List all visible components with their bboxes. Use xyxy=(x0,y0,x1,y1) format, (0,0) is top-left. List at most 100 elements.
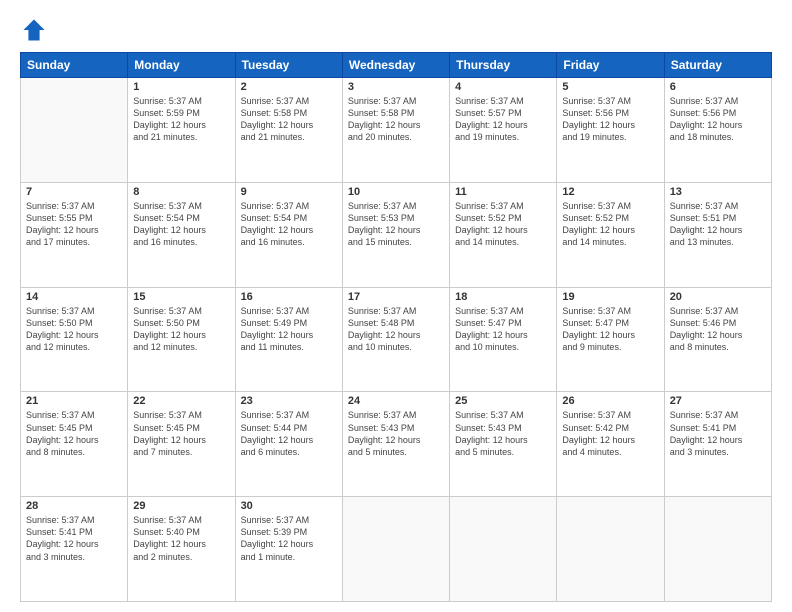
cell-text: Sunrise: 5:37 AM Sunset: 5:56 PM Dayligh… xyxy=(670,95,766,144)
day-number: 8 xyxy=(133,186,229,198)
calendar-cell: 11 Sunrise: 5:37 AM Sunset: 5:52 PM Dayli… xyxy=(450,182,557,287)
cell-text: Sunrise: 5:37 AM Sunset: 5:52 PM Dayligh… xyxy=(455,200,551,249)
cell-text: Sunrise: 5:37 AM Sunset: 5:45 PM Dayligh… xyxy=(26,409,122,458)
day-number: 25 xyxy=(455,395,551,407)
day-number: 12 xyxy=(562,186,658,198)
day-number: 30 xyxy=(241,500,337,512)
calendar-cell: 25 Sunrise: 5:37 AM Sunset: 5:43 PM Dayli… xyxy=(450,392,557,497)
logo xyxy=(20,16,52,44)
cell-text: Sunrise: 5:37 AM Sunset: 5:58 PM Dayligh… xyxy=(241,95,337,144)
calendar-cell: 4 Sunrise: 5:37 AM Sunset: 5:57 PM Daylig… xyxy=(450,78,557,183)
cell-text: Sunrise: 5:37 AM Sunset: 5:40 PM Dayligh… xyxy=(133,514,229,563)
day-number: 18 xyxy=(455,291,551,303)
day-number: 13 xyxy=(670,186,766,198)
cell-text: Sunrise: 5:37 AM Sunset: 5:56 PM Dayligh… xyxy=(562,95,658,144)
cell-text: Sunrise: 5:37 AM Sunset: 5:53 PM Dayligh… xyxy=(348,200,444,249)
day-number: 27 xyxy=(670,395,766,407)
weekday-header-wednesday: Wednesday xyxy=(342,53,449,78)
cell-text: Sunrise: 5:37 AM Sunset: 5:52 PM Dayligh… xyxy=(562,200,658,249)
cell-text: Sunrise: 5:37 AM Sunset: 5:39 PM Dayligh… xyxy=(241,514,337,563)
calendar-header-row: SundayMondayTuesdayWednesdayThursdayFrid… xyxy=(21,53,772,78)
day-number: 29 xyxy=(133,500,229,512)
cell-text: Sunrise: 5:37 AM Sunset: 5:46 PM Dayligh… xyxy=(670,305,766,354)
calendar-cell: 5 Sunrise: 5:37 AM Sunset: 5:56 PM Daylig… xyxy=(557,78,664,183)
calendar-week-row: 7 Sunrise: 5:37 AM Sunset: 5:55 PM Daylig… xyxy=(21,182,772,287)
calendar-cell: 6 Sunrise: 5:37 AM Sunset: 5:56 PM Daylig… xyxy=(664,78,771,183)
page: SundayMondayTuesdayWednesdayThursdayFrid… xyxy=(0,0,792,612)
calendar-cell xyxy=(664,497,771,602)
calendar-cell: 29 Sunrise: 5:37 AM Sunset: 5:40 PM Dayli… xyxy=(128,497,235,602)
cell-text: Sunrise: 5:37 AM Sunset: 5:50 PM Dayligh… xyxy=(133,305,229,354)
calendar-cell: 20Sunrise: 5:37 AM Sunset: 5:46 PM Dayli… xyxy=(664,287,771,392)
cell-text: Sunrise: 5:37 AM Sunset: 5:43 PM Dayligh… xyxy=(348,409,444,458)
day-number: 17 xyxy=(348,291,444,303)
calendar-week-row: 14 Sunrise: 5:37 AM Sunset: 5:50 PM Dayli… xyxy=(21,287,772,392)
header xyxy=(20,16,772,44)
day-number: 11 xyxy=(455,186,551,198)
cell-text: Sunrise: 5:37 AM Sunset: 5:45 PM Dayligh… xyxy=(133,409,229,458)
calendar-cell: 9 Sunrise: 5:37 AM Sunset: 5:54 PM Daylig… xyxy=(235,182,342,287)
day-number: 6 xyxy=(670,81,766,93)
calendar-cell: 13 Sunrise: 5:37 AM Sunset: 5:51 PM Dayli… xyxy=(664,182,771,287)
day-number: 9 xyxy=(241,186,337,198)
calendar-cell xyxy=(557,497,664,602)
calendar-cell: 23 Sunrise: 5:37 AM Sunset: 5:44 PM Dayli… xyxy=(235,392,342,497)
calendar-week-row: 28Sunrise: 5:37 AM Sunset: 5:41 PM Dayli… xyxy=(21,497,772,602)
day-number: 2 xyxy=(241,81,337,93)
calendar-cell: 26 Sunrise: 5:37 AM Sunset: 5:42 PM Dayli… xyxy=(557,392,664,497)
cell-text: Sunrise: 5:37 AM Sunset: 5:49 PM Dayligh… xyxy=(241,305,337,354)
day-number: 15 xyxy=(133,291,229,303)
calendar-cell: 28Sunrise: 5:37 AM Sunset: 5:41 PM Dayli… xyxy=(21,497,128,602)
cell-text: Sunrise: 5:37 AM Sunset: 5:47 PM Dayligh… xyxy=(455,305,551,354)
calendar-cell xyxy=(21,78,128,183)
calendar-cell: 17 Sunrise: 5:37 AM Sunset: 5:48 PM Dayli… xyxy=(342,287,449,392)
calendar-cell: 3Sunrise: 5:37 AM Sunset: 5:58 PM Daylig… xyxy=(342,78,449,183)
cell-text: Sunrise: 5:37 AM Sunset: 5:50 PM Dayligh… xyxy=(26,305,122,354)
weekday-header-sunday: Sunday xyxy=(21,53,128,78)
calendar-week-row: 21 Sunrise: 5:37 AM Sunset: 5:45 PM Dayli… xyxy=(21,392,772,497)
calendar-cell: 14 Sunrise: 5:37 AM Sunset: 5:50 PM Dayli… xyxy=(21,287,128,392)
calendar-cell: 15 Sunrise: 5:37 AM Sunset: 5:50 PM Dayli… xyxy=(128,287,235,392)
weekday-header-monday: Monday xyxy=(128,53,235,78)
weekday-header-saturday: Saturday xyxy=(664,53,771,78)
calendar-table: SundayMondayTuesdayWednesdayThursdayFrid… xyxy=(20,52,772,602)
day-number: 4 xyxy=(455,81,551,93)
cell-text: Sunrise: 5:37 AM Sunset: 5:57 PM Dayligh… xyxy=(455,95,551,144)
cell-text: Sunrise: 5:37 AM Sunset: 5:55 PM Dayligh… xyxy=(26,200,122,249)
day-number: 22 xyxy=(133,395,229,407)
calendar-cell: 22 Sunrise: 5:37 AM Sunset: 5:45 PM Dayli… xyxy=(128,392,235,497)
cell-text: Sunrise: 5:37 AM Sunset: 5:59 PM Dayligh… xyxy=(133,95,229,144)
cell-text: Sunrise: 5:37 AM Sunset: 5:54 PM Dayligh… xyxy=(133,200,229,249)
calendar-week-row: 1 Sunrise: 5:37 AM Sunset: 5:59 PM Daylig… xyxy=(21,78,772,183)
calendar-cell: 12 Sunrise: 5:37 AM Sunset: 5:52 PM Dayli… xyxy=(557,182,664,287)
cell-text: Sunrise: 5:37 AM Sunset: 5:47 PM Dayligh… xyxy=(562,305,658,354)
logo-icon xyxy=(20,16,48,44)
calendar-cell: 16Sunrise: 5:37 AM Sunset: 5:49 PM Dayli… xyxy=(235,287,342,392)
calendar-cell xyxy=(342,497,449,602)
day-number: 1 xyxy=(133,81,229,93)
calendar-cell: 8 Sunrise: 5:37 AM Sunset: 5:54 PM Daylig… xyxy=(128,182,235,287)
cell-text: Sunrise: 5:37 AM Sunset: 5:42 PM Dayligh… xyxy=(562,409,658,458)
cell-text: Sunrise: 5:37 AM Sunset: 5:44 PM Dayligh… xyxy=(241,409,337,458)
day-number: 23 xyxy=(241,395,337,407)
day-number: 21 xyxy=(26,395,122,407)
calendar-cell: 27 Sunrise: 5:37 AM Sunset: 5:41 PM Dayli… xyxy=(664,392,771,497)
cell-text: Sunrise: 5:37 AM Sunset: 5:51 PM Dayligh… xyxy=(670,200,766,249)
cell-text: Sunrise: 5:37 AM Sunset: 5:48 PM Dayligh… xyxy=(348,305,444,354)
weekday-header-friday: Friday xyxy=(557,53,664,78)
day-number: 19 xyxy=(562,291,658,303)
cell-text: Sunrise: 5:37 AM Sunset: 5:54 PM Dayligh… xyxy=(241,200,337,249)
day-number: 26 xyxy=(562,395,658,407)
cell-text: Sunrise: 5:37 AM Sunset: 5:58 PM Dayligh… xyxy=(348,95,444,144)
calendar-cell: 21 Sunrise: 5:37 AM Sunset: 5:45 PM Dayli… xyxy=(21,392,128,497)
day-number: 5 xyxy=(562,81,658,93)
calendar-cell xyxy=(450,497,557,602)
cell-text: Sunrise: 5:37 AM Sunset: 5:41 PM Dayligh… xyxy=(670,409,766,458)
day-number: 24 xyxy=(348,395,444,407)
calendar-cell: 24 Sunrise: 5:37 AM Sunset: 5:43 PM Dayli… xyxy=(342,392,449,497)
calendar-cell: 18 Sunrise: 5:37 AM Sunset: 5:47 PM Dayli… xyxy=(450,287,557,392)
calendar-cell: 1 Sunrise: 5:37 AM Sunset: 5:59 PM Daylig… xyxy=(128,78,235,183)
day-number: 14 xyxy=(26,291,122,303)
cell-text: Sunrise: 5:37 AM Sunset: 5:43 PM Dayligh… xyxy=(455,409,551,458)
day-number: 7 xyxy=(26,186,122,198)
